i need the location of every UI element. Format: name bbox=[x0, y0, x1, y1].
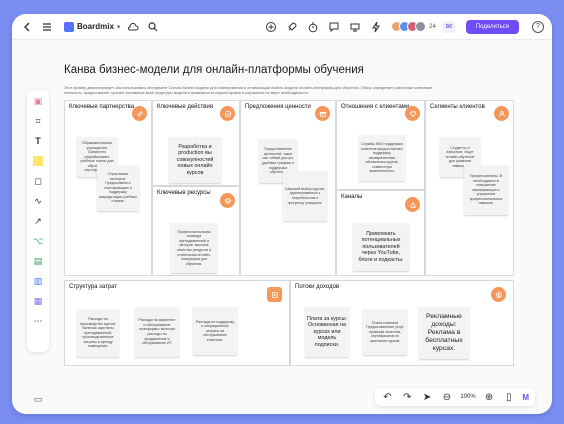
book-icon[interactable]: ▯ bbox=[503, 390, 516, 404]
block-channels[interactable]: Каналы Привлекать потенциальных пользова… bbox=[336, 190, 425, 276]
avatar bbox=[415, 21, 427, 32]
block-title: Ключевые действия bbox=[157, 104, 214, 110]
table-icon[interactable]: ▤ bbox=[31, 254, 45, 268]
block-title: Отношения с клиентами bbox=[341, 104, 410, 110]
block-title: Ключевые ресурсы bbox=[157, 190, 211, 196]
sticky-note[interactable]: Плата клиентов Предоставление услуг пров… bbox=[363, 309, 407, 355]
check-icon bbox=[220, 106, 235, 121]
zoom-out-icon[interactable]: ⊖ bbox=[440, 390, 453, 404]
canvas-title: Канва бизнес-модели для онлайн-платформы… bbox=[64, 64, 364, 76]
block-revenue-streams[interactable]: Потоки доходов Плата за курсы: Основанна… bbox=[290, 280, 514, 366]
boardmix-logo-icon bbox=[64, 21, 74, 32]
menu-icon[interactable] bbox=[40, 20, 54, 34]
block-title: Ключевые партнерства bbox=[69, 104, 135, 110]
bottom-controls: ↶ ↷ ➤ ⊖ 100% ⊕ ▯ M bbox=[375, 388, 535, 406]
search-icon[interactable] bbox=[146, 20, 160, 34]
minimap-icon[interactable]: ▭ bbox=[30, 392, 46, 406]
avatar-count: 24 bbox=[429, 23, 436, 30]
lightning-icon[interactable] bbox=[369, 20, 383, 34]
sticky-note[interactable]: Расходы на производство курсов: Включая … bbox=[77, 309, 119, 357]
block-title: Предложения ценности bbox=[245, 104, 311, 110]
block-customer-segments[interactable]: Сегменты клиентов Студенты и взрослые. И… bbox=[425, 100, 514, 276]
brand-switcher[interactable]: Boardmix ▾ bbox=[64, 21, 121, 32]
sticky-note[interactable]: Отраслевые эксперты: Предоставлять серти… bbox=[97, 165, 139, 211]
sticky-note[interactable]: Расходы на маркетинг и обслуживание плат… bbox=[135, 307, 179, 357]
comment-icon[interactable] bbox=[327, 20, 341, 34]
block-value-propositions[interactable]: Предложения ценности Предоставление ценн… bbox=[240, 100, 336, 276]
pen-icon[interactable]: ∿ bbox=[31, 194, 45, 208]
sticky-note[interactable]: Расходы на поддержку и операционные затр… bbox=[193, 307, 237, 355]
block-title: Потоки доходов bbox=[295, 284, 340, 290]
block-key-resources[interactable]: Ключевые ресурсы Профессиональная команд… bbox=[152, 186, 240, 276]
zoom-level[interactable]: 100% bbox=[460, 394, 475, 400]
block-customer-relationships[interactable]: Отношения с клиентами Службы ЖКХ поддерж… bbox=[336, 100, 425, 190]
truck-icon bbox=[405, 197, 420, 212]
app-window: Boardmix ▾ 24 ✉ Поделиться ? ▣ ⌗ T ◻ ∿ ↗… bbox=[12, 14, 552, 414]
shape-icon[interactable]: ◻ bbox=[31, 174, 45, 188]
brand-name: Boardmix bbox=[77, 22, 114, 31]
gift-icon bbox=[315, 106, 330, 121]
money-icon bbox=[491, 287, 506, 302]
top-toolbar: Boardmix ▾ 24 ✉ Поделиться ? bbox=[12, 14, 552, 40]
text-icon[interactable]: T bbox=[31, 134, 45, 148]
link-icon bbox=[132, 106, 147, 121]
sticky-note[interactable]: Плата за курсы: Основанная на курсах или… bbox=[305, 307, 349, 357]
left-toolbar: ▣ ⌗ T ◻ ∿ ↗ ⌥ ▤ ▥ ▦ ⋯ bbox=[27, 90, 49, 352]
redo-icon[interactable]: ↷ bbox=[401, 390, 414, 404]
sticky-note[interactable]: Рекламные доходы: Реклама в бесплатных к… bbox=[419, 307, 469, 359]
invite-icon[interactable]: ✉ bbox=[442, 20, 455, 33]
block-title: Каналы bbox=[341, 194, 363, 200]
add-icon[interactable] bbox=[264, 20, 278, 34]
ai-assistant-icon[interactable]: M bbox=[522, 393, 529, 402]
frame-icon[interactable]: ⌗ bbox=[31, 114, 45, 128]
undo-icon[interactable]: ↶ bbox=[381, 390, 394, 404]
share-button[interactable]: Поделиться bbox=[465, 19, 519, 34]
rocket-icon[interactable] bbox=[285, 20, 299, 34]
block-title: Сегменты клиентов bbox=[430, 104, 485, 110]
canvas-description: Этот пример демонстрирует, как использов… bbox=[64, 86, 433, 95]
cursor-icon[interactable]: ➤ bbox=[421, 390, 434, 404]
timer-icon[interactable] bbox=[306, 20, 320, 34]
cloud-sync-icon[interactable] bbox=[126, 20, 140, 34]
users-icon bbox=[494, 106, 509, 121]
back-icon[interactable] bbox=[20, 20, 34, 34]
layers-icon bbox=[220, 193, 235, 208]
help-icon[interactable]: ? bbox=[532, 20, 544, 33]
sticky-note[interactable]: Привлекать потенциальных пользователей ч… bbox=[353, 223, 409, 271]
sticky-note[interactable]: Разработка и production вы совокупностей… bbox=[169, 137, 221, 183]
sticky-note[interactable]: Широкий выбор курсов, адаптированных к п… bbox=[283, 171, 327, 221]
mindmap-icon[interactable]: ⌥ bbox=[31, 234, 45, 248]
templates-icon[interactable]: ▣ bbox=[31, 94, 45, 108]
zoom-in-icon[interactable]: ⊕ bbox=[483, 390, 496, 404]
block-cost-structure[interactable]: Структура затрат Расходы на производство… bbox=[64, 280, 290, 366]
sticky-note-icon[interactable] bbox=[31, 154, 45, 168]
connector-icon[interactable]: ↗ bbox=[31, 214, 45, 228]
block-key-activities[interactable]: Ключевые действия Разработка и productio… bbox=[152, 100, 240, 186]
document-icon[interactable]: ▥ bbox=[31, 274, 45, 288]
block-title: Структура затрат bbox=[69, 284, 118, 290]
present-icon[interactable] bbox=[348, 20, 362, 34]
sticky-note[interactable]: Службы ЖКХ поддержки клиентов предоставл… bbox=[359, 135, 405, 181]
chevron-down-icon: ▾ bbox=[116, 23, 121, 31]
bottom-bar: ▭ ↶ ↷ ➤ ⊖ 100% ⊕ ▯ M bbox=[12, 386, 552, 414]
more-icon[interactable]: ⋯ bbox=[31, 314, 45, 328]
block-key-partners[interactable]: Ключевые партнерства Образовательные учр… bbox=[64, 100, 152, 276]
tag-icon bbox=[267, 287, 282, 302]
upload-icon[interactable]: ▦ bbox=[31, 294, 45, 308]
sticky-note[interactable]: Профессионалы. В необходимости повышения… bbox=[464, 165, 508, 215]
heart-icon bbox=[405, 106, 420, 121]
collaborator-avatars[interactable]: 24 bbox=[391, 21, 436, 32]
sticky-note[interactable]: Профессиональная команда преподавателей … bbox=[171, 223, 217, 273]
